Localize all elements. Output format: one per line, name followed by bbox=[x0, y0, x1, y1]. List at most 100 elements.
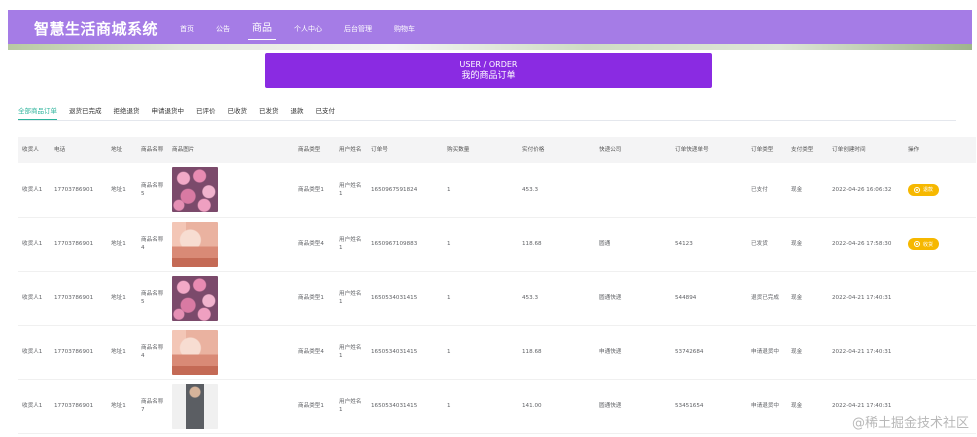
nav-item-admin[interactable]: 后台管理 bbox=[344, 10, 372, 48]
cell-image bbox=[168, 271, 294, 326]
person-icon[interactable] bbox=[172, 383, 218, 429]
cell-image bbox=[168, 163, 294, 218]
cell-address: 地址1 bbox=[107, 325, 137, 380]
cell-pay: 现金 bbox=[787, 325, 828, 380]
cell-product: 商品名称7 bbox=[137, 379, 168, 434]
col-header-order-no: 订单号 bbox=[367, 137, 443, 163]
cell-order-no: 1650534031415 bbox=[367, 271, 443, 326]
cell-phone: 17703786901 bbox=[50, 325, 107, 380]
refund-button-label: 退款 bbox=[923, 187, 934, 194]
confirm-receipt-button-label: 收货 bbox=[923, 241, 934, 248]
table-header-row: 收货人 电话 地址 商品名称 商品图片 商品类型 用户姓名 订单号 购买数量 实… bbox=[18, 137, 976, 163]
cell-order-no: 1650967109883 bbox=[367, 217, 443, 272]
refund-button[interactable]: 退款 bbox=[908, 183, 940, 196]
cell-price: 453.3 bbox=[518, 163, 595, 218]
cell-status: 申请退货中 bbox=[747, 325, 787, 380]
orders-table: 收货人 电话 地址 商品名称 商品图片 商品类型 用户姓名 订单号 购买数量 实… bbox=[18, 137, 976, 434]
col-header-created: 订单创建时间 bbox=[828, 137, 904, 163]
cosmetics-icon[interactable] bbox=[172, 221, 218, 267]
cell-receiver: 收货人1 bbox=[18, 379, 50, 434]
cell-type: 商品类型1 bbox=[294, 271, 335, 326]
cell-status: 已发货 bbox=[747, 217, 787, 272]
roses-icon[interactable] bbox=[172, 167, 218, 213]
order-status-tabs: 全部商品订单 退货已完成 拒绝退货 申请退货中 已评价 已收货 已发货 退款 已… bbox=[18, 102, 347, 120]
nav-item-notice[interactable]: 公告 bbox=[216, 10, 230, 48]
cell-created: 2022-04-26 16:06:32 bbox=[828, 163, 904, 218]
tab-return-pending[interactable]: 申请退货中 bbox=[152, 102, 185, 120]
tab-received[interactable]: 已收货 bbox=[228, 102, 248, 120]
page-title-banner: USER / ORDER 我的商品订单 bbox=[265, 53, 712, 88]
cell-product: 商品名称5 bbox=[137, 271, 168, 326]
cell-address: 地址1 bbox=[107, 271, 137, 326]
watermark: @稀土掘金技术社区 bbox=[851, 416, 969, 431]
cell-qty: 1 bbox=[443, 325, 518, 380]
cell-created: 2022-04-26 17:58:30 bbox=[828, 217, 904, 272]
cell-user: 用户姓名1 bbox=[335, 217, 367, 272]
tab-return-rejected[interactable]: 拒绝退货 bbox=[114, 102, 140, 120]
col-header-phone: 电话 bbox=[50, 137, 107, 163]
cell-price: 141.00 bbox=[518, 379, 595, 434]
cell-user: 用户姓名1 bbox=[335, 163, 367, 218]
cell-product: 商品名称4 bbox=[137, 325, 168, 380]
cell-pay: 现金 bbox=[787, 217, 828, 272]
tab-paid[interactable]: 已支付 bbox=[316, 102, 336, 120]
page-title: 我的商品订单 bbox=[461, 71, 516, 81]
cell-courier: 圆通快递 bbox=[595, 379, 671, 434]
col-header-tracking: 订单快递单号 bbox=[671, 137, 747, 163]
tab-reviewed[interactable]: 已评价 bbox=[196, 102, 216, 120]
cosmetics-icon[interactable] bbox=[172, 329, 218, 375]
col-header-type: 商品类型 bbox=[294, 137, 335, 163]
cell-price: 118.68 bbox=[518, 325, 595, 380]
circle-icon bbox=[914, 241, 920, 247]
cell-type: 商品类型4 bbox=[294, 325, 335, 380]
cell-order-no: 1650534031415 bbox=[367, 379, 443, 434]
nav-item-profile[interactable]: 个人中心 bbox=[294, 10, 322, 48]
col-header-status: 订单类型 bbox=[747, 137, 787, 163]
cell-pay: 现金 bbox=[787, 271, 828, 326]
cell-price: 118.68 bbox=[518, 217, 595, 272]
cell-phone: 17703786901 bbox=[50, 163, 107, 218]
cell-tracking: 53742684 bbox=[671, 325, 747, 380]
cell-courier bbox=[595, 163, 671, 218]
tab-return-completed[interactable]: 退货已完成 bbox=[69, 102, 102, 120]
cell-courier: 圆通 bbox=[595, 217, 671, 272]
main-nav: 首页 公告 商品 个人中心 后台管理 购物车 bbox=[180, 10, 437, 48]
cell-address: 地址1 bbox=[107, 379, 137, 434]
cell-action bbox=[904, 271, 976, 326]
roses-icon[interactable] bbox=[172, 275, 218, 321]
cell-order-no: 1650967591824 bbox=[367, 163, 443, 218]
cell-receiver: 收货人1 bbox=[18, 325, 50, 380]
cell-phone: 17703786901 bbox=[50, 271, 107, 326]
col-header-user: 用户姓名 bbox=[335, 137, 367, 163]
nav-item-cart[interactable]: 购物车 bbox=[394, 10, 415, 48]
cell-qty: 1 bbox=[443, 163, 518, 218]
cell-action: 退款 bbox=[904, 163, 976, 218]
cell-order-no: 1650534031415 bbox=[367, 325, 443, 380]
tab-all-orders[interactable]: 全部商品订单 bbox=[18, 102, 57, 120]
cell-product: 商品名称4 bbox=[137, 217, 168, 272]
page-title-en: USER / ORDER bbox=[459, 60, 518, 69]
confirm-receipt-button[interactable]: 收货 bbox=[908, 238, 940, 250]
cell-type: 商品类型1 bbox=[294, 163, 335, 218]
cell-tracking: 53451654 bbox=[671, 379, 747, 434]
tab-refund[interactable]: 退款 bbox=[291, 102, 304, 120]
circle-icon bbox=[914, 186, 920, 193]
cell-product: 商品名称5 bbox=[137, 163, 168, 218]
cell-status: 退货已完成 bbox=[747, 271, 787, 326]
cell-courier: 申通快递 bbox=[595, 325, 671, 380]
col-header-pay: 支付类型 bbox=[787, 137, 828, 163]
cell-phone: 17703786901 bbox=[50, 379, 107, 434]
col-header-action: 操作 bbox=[904, 137, 976, 163]
site-logo[interactable]: 智慧生活商城系统 bbox=[34, 18, 158, 39]
cell-courier: 圆通快递 bbox=[595, 271, 671, 326]
cell-address: 地址1 bbox=[107, 163, 137, 218]
col-header-courier: 快递公司 bbox=[595, 137, 671, 163]
cell-created: 2022-04-21 17:40:31 bbox=[828, 325, 904, 380]
nav-item-home[interactable]: 首页 bbox=[180, 10, 194, 48]
tab-shipped[interactable]: 已发货 bbox=[259, 102, 279, 120]
cell-tracking: 544894 bbox=[671, 271, 747, 326]
cell-pay: 现金 bbox=[787, 163, 828, 218]
nav-item-products[interactable]: 商品 bbox=[248, 10, 276, 48]
cell-price: 453.3 bbox=[518, 271, 595, 326]
col-header-product: 商品名称 bbox=[137, 137, 168, 163]
